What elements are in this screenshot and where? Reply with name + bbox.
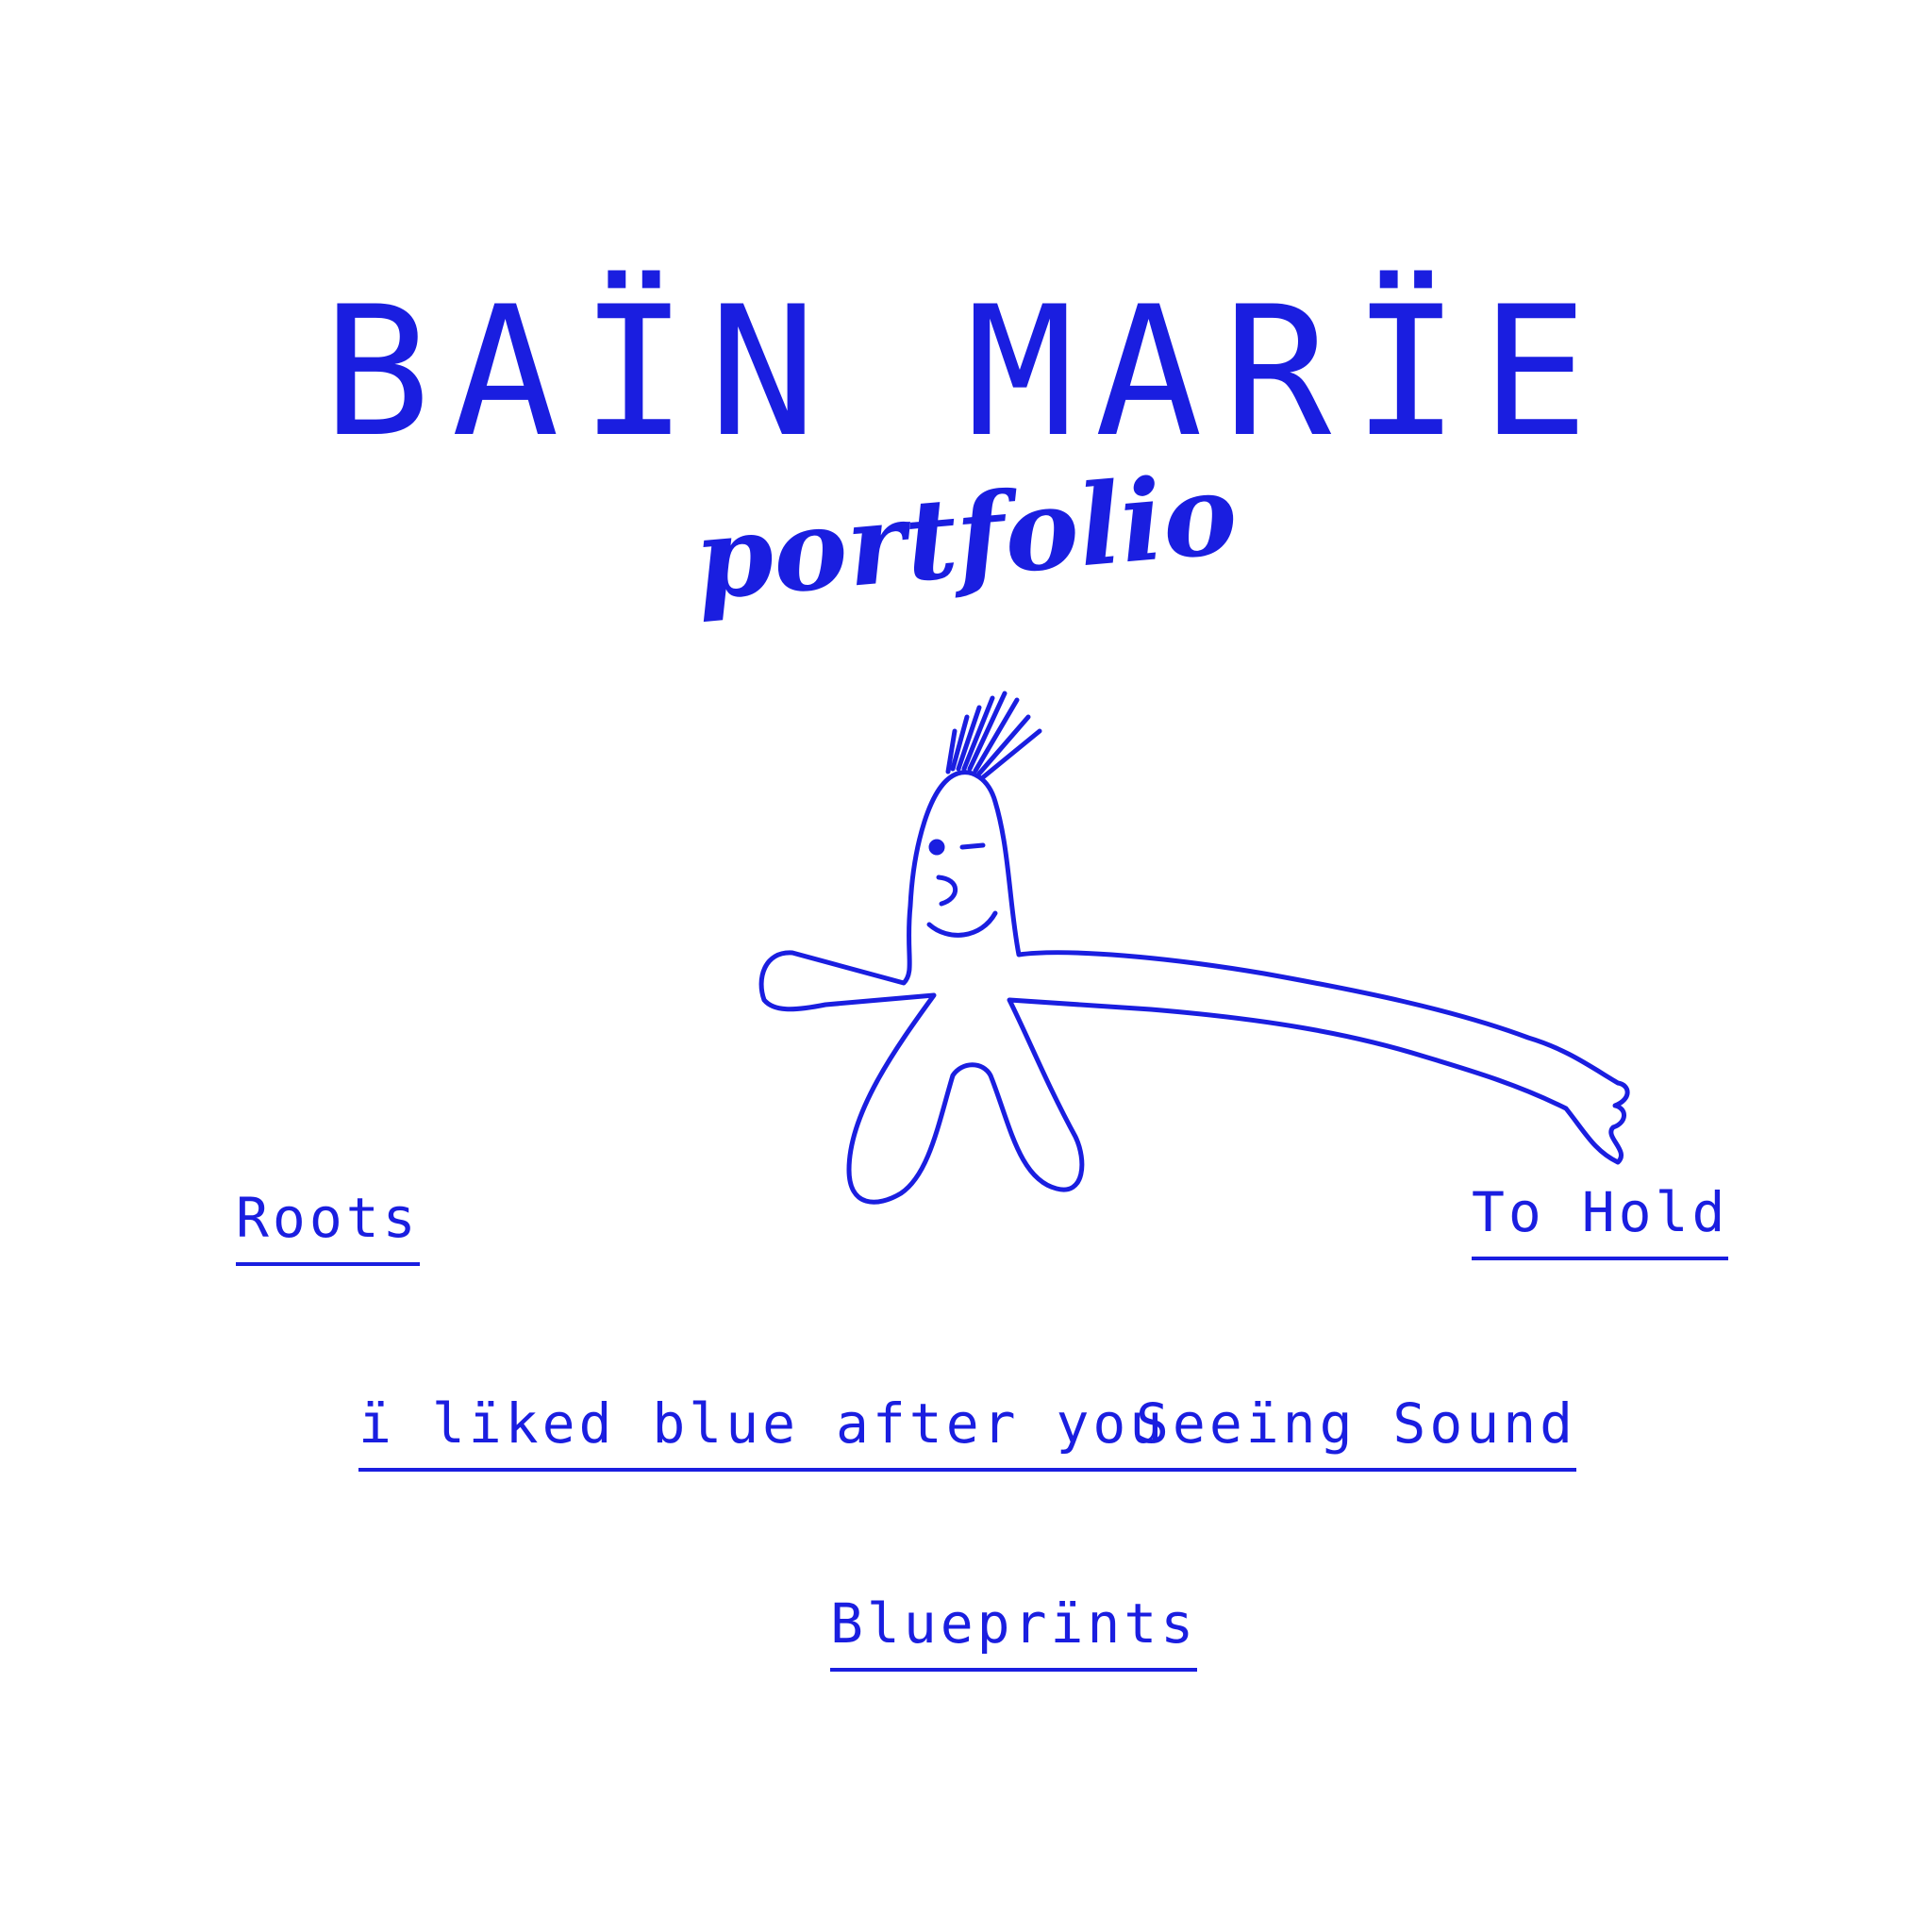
nav-link-roots[interactable]: Roots [236,1191,420,1266]
nav-link-to-hold[interactable]: To Hold [1472,1185,1729,1260]
mouth [926,910,998,938]
nose [936,874,958,907]
doodle-figure-icon [758,691,1630,1205]
right-eye [959,842,986,850]
nav-link-seeing-sound[interactable]: Seeïng Sound [1136,1396,1577,1472]
left-eye [928,839,945,856]
nav-link-i-liked-blue-after-you[interactable]: ï lïked blue after you [358,1396,1167,1472]
portfolio-page: BAÏN MARÏE portfolio Roots To Hold ï lïk… [0,0,1932,1932]
body-outline [758,770,1630,1205]
nav-link-blueprints[interactable]: Blueprïnts [830,1596,1198,1672]
hair-strokes [945,691,1042,780]
